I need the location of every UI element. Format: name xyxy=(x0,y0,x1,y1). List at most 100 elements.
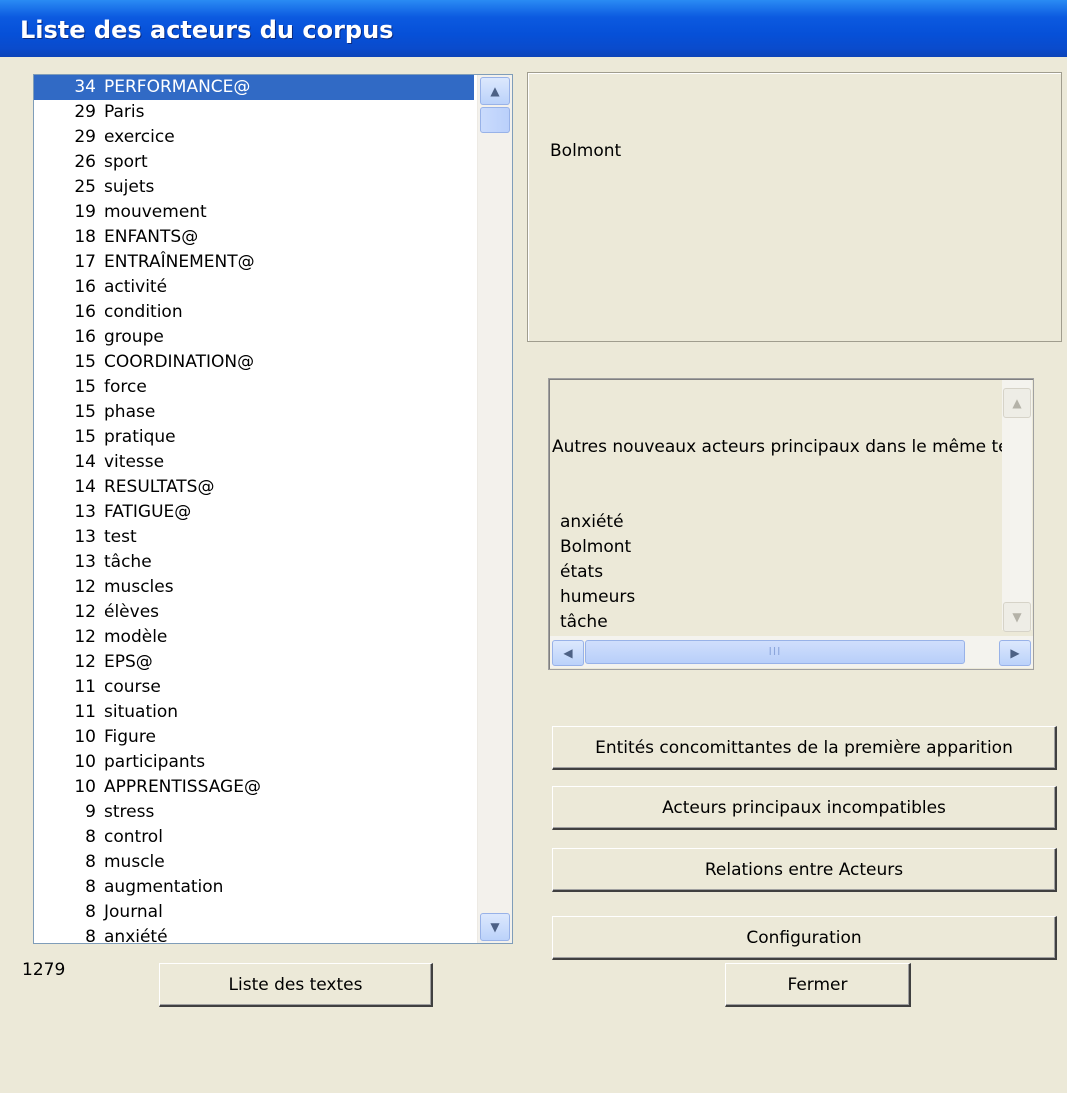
item-label: Journal xyxy=(104,902,163,922)
item-count: 26 xyxy=(74,152,96,172)
list-item[interactable]: 25 sujets xyxy=(34,175,474,200)
list-item[interactable]: 10 Figure xyxy=(34,725,474,750)
scroll-thumb[interactable] xyxy=(480,107,510,133)
item-label: muscle xyxy=(104,852,165,872)
list-item[interactable]: 15 COORDINATION@ xyxy=(34,350,474,375)
scroll-up-icon[interactable]: ▲ xyxy=(480,77,510,105)
item-count: 14 xyxy=(74,452,96,472)
item-count: 8 xyxy=(85,827,96,847)
actors-listbox[interactable]: 34 PERFORMANCE@ 29 Paris 29 exercice 26 sport 25… xyxy=(33,74,513,944)
scroll-down-icon[interactable]: ▼ xyxy=(1003,602,1031,632)
item-count: 18 xyxy=(74,227,96,247)
scroll-up-icon[interactable]: ▲ xyxy=(1003,388,1031,418)
list-item[interactable]: 14 RESULTATS@ xyxy=(34,475,474,500)
other-actors-hscrollbar[interactable]: ◀ III ▶ xyxy=(550,636,1033,668)
list-item[interactable]: 16 activité xyxy=(34,275,474,300)
list-item[interactable]: 29 exercice xyxy=(34,125,474,150)
scroll-left-icon[interactable]: ◀ xyxy=(552,640,584,666)
list-item[interactable]: 16 groupe xyxy=(34,325,474,350)
list-item[interactable]: 16 condition xyxy=(34,300,474,325)
selected-actor-name: Bolmont xyxy=(550,141,622,161)
item-count: 11 xyxy=(74,677,96,697)
configuration-button[interactable]: Configuration xyxy=(552,916,1057,960)
item-label: ENTRAÎNEMENT@ xyxy=(104,252,255,272)
item-count: 15 xyxy=(74,427,96,447)
list-item[interactable]: 8 augmentation xyxy=(34,875,474,900)
list-item[interactable]: 14 vitesse xyxy=(34,450,474,475)
item-label: tâche xyxy=(104,552,152,572)
item-count: 10 xyxy=(74,777,96,797)
list-item[interactable]: 9 stress xyxy=(34,800,474,825)
scroll-right-icon[interactable]: ▶ xyxy=(999,640,1031,666)
item-label: modèle xyxy=(104,627,168,647)
list-item[interactable]: 13 tâche xyxy=(34,550,474,575)
entites-concomittantes-button[interactable]: Entités concomittantes de la première ap… xyxy=(552,726,1057,770)
acteurs-incompatibles-button[interactable]: Acteurs principaux incompatibles xyxy=(552,786,1057,830)
list-item[interactable]: 15 pratique xyxy=(34,425,474,450)
item-label: muscles xyxy=(104,577,174,597)
other-actor-item: anxiété xyxy=(560,512,624,532)
item-label: sport xyxy=(104,152,148,172)
other-actor-item: états xyxy=(560,562,604,582)
item-count: 8 xyxy=(85,877,96,897)
item-count: 10 xyxy=(74,752,96,772)
item-label: APPRENTISSAGE@ xyxy=(104,777,261,797)
other-actors-textbox[interactable]: Autres nouveaux acteurs principaux dans … xyxy=(548,378,1034,670)
item-label: stress xyxy=(104,802,155,822)
fermer-button[interactable]: Fermer xyxy=(725,963,911,1007)
list-item[interactable]: 12 élèves xyxy=(34,600,474,625)
list-item[interactable]: 19 mouvement xyxy=(34,200,474,225)
list-item[interactable]: 34 PERFORMANCE@ xyxy=(34,75,474,100)
item-label: pratique xyxy=(104,427,176,447)
item-label: control xyxy=(104,827,163,847)
list-item[interactable]: 13 test xyxy=(34,525,474,550)
list-item[interactable]: 26 sport xyxy=(34,150,474,175)
item-label: course xyxy=(104,677,161,697)
list-item[interactable]: 18 ENFANTS@ xyxy=(34,225,474,250)
item-count: 15 xyxy=(74,352,96,372)
item-count: 8 xyxy=(85,927,96,944)
list-item[interactable]: 8 muscle xyxy=(34,850,474,875)
other-actors-vscrollbar[interactable]: ▲ ▼ xyxy=(1002,380,1032,632)
item-label: EPS@ xyxy=(104,652,153,672)
actor-count: 1279 xyxy=(22,960,66,980)
item-count: 16 xyxy=(74,327,96,347)
item-label: activité xyxy=(104,277,168,297)
item-label: groupe xyxy=(104,327,164,347)
liste-textes-button[interactable]: Liste des textes xyxy=(159,963,433,1007)
list-item[interactable]: 29 Paris xyxy=(34,100,474,125)
item-label: élèves xyxy=(104,602,160,622)
item-count: 12 xyxy=(74,602,96,622)
item-count: 8 xyxy=(85,852,96,872)
list-item[interactable]: 15 phase xyxy=(34,400,474,425)
item-label: Figure xyxy=(104,727,156,747)
list-item[interactable]: 11 situation xyxy=(34,700,474,725)
list-item[interactable]: 17 ENTRAÎNEMENT@ xyxy=(34,250,474,275)
scroll-down-icon[interactable]: ▼ xyxy=(480,913,510,941)
list-item[interactable]: 8 control xyxy=(34,825,474,850)
list-item[interactable]: 12 EPS@ xyxy=(34,650,474,675)
item-count: 8 xyxy=(85,902,96,922)
item-label: vitesse xyxy=(104,452,165,472)
relations-acteurs-button[interactable]: Relations entre Acteurs xyxy=(552,848,1057,892)
item-label: sujets xyxy=(104,177,155,197)
item-count: 17 xyxy=(74,252,96,272)
list-item[interactable]: 10 APPRENTISSAGE@ xyxy=(34,775,474,800)
item-count: 13 xyxy=(74,502,96,522)
list-item[interactable]: 11 course xyxy=(34,675,474,700)
item-label: condition xyxy=(104,302,183,322)
item-label: RESULTATS@ xyxy=(104,477,215,497)
item-label: augmentation xyxy=(104,877,224,897)
list-item[interactable]: 12 muscles xyxy=(34,575,474,600)
list-item[interactable]: 8 Journal xyxy=(34,900,474,925)
list-item[interactable]: 15 force xyxy=(34,375,474,400)
hscroll-thumb[interactable]: III xyxy=(585,640,965,664)
actors-list-vscrollbar[interactable]: ▲ ▼ xyxy=(477,75,512,943)
list-item[interactable]: 10 participants xyxy=(34,750,474,775)
window-titlebar[interactable]: Liste des acteurs du corpus xyxy=(0,0,1067,57)
list-item[interactable]: 13 FATIGUE@ xyxy=(34,500,474,525)
item-count: 15 xyxy=(74,402,96,422)
item-count: 25 xyxy=(74,177,96,197)
list-item[interactable]: 8 anxiété xyxy=(34,925,474,944)
list-item[interactable]: 12 modèle xyxy=(34,625,474,650)
